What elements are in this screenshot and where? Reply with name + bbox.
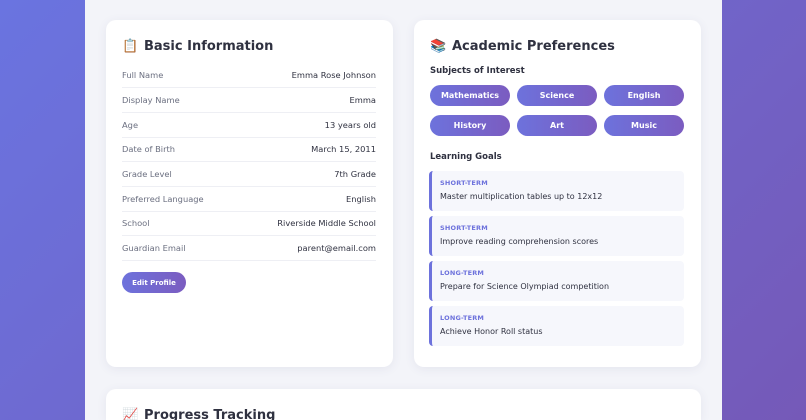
goal-item: SHORT-TERM Improve reading comprehension… [429,216,684,256]
info-row-preferred-language: Preferred Language English [122,187,376,212]
goal-text: Achieve Honor Roll status [440,327,543,336]
academic-preferences-title: 📚 Academic Preferences [430,37,615,55]
info-value: parent@email.com [297,243,376,253]
info-row-school: School Riverside Middle School [122,211,376,236]
info-row-display-name: Display Name Emma [122,88,376,113]
goal-term: SHORT-TERM [440,179,488,187]
info-row-grade-level: Grade Level 7th Grade [122,162,376,187]
clipboard-icon: 📋 [122,38,139,54]
info-value: Emma Rose Johnson [291,70,376,80]
basic-information-card: 📋 Basic Information Full Name Emma Rose … [106,20,393,367]
info-value: English [346,194,376,204]
progress-tracking-heading: Progress Tracking [144,407,276,420]
info-label: Preferred Language [122,194,204,204]
progress-tracking-card: 📈 Progress Tracking [106,389,701,420]
goal-term: LONG-TERM [440,269,485,277]
info-label: Guardian Email [122,243,186,253]
academic-preferences-card: 📚 Academic Preferences Subjects of Inter… [414,20,701,367]
info-label: Grade Level [122,169,172,179]
goal-term: SHORT-TERM [440,224,488,232]
goal-item: SHORT-TERM Master multiplication tables … [429,171,684,211]
subject-chip-art[interactable]: Art [517,115,597,136]
subject-chip-mathematics[interactable]: Mathematics [430,85,510,106]
subject-chip-history[interactable]: History [430,115,510,136]
info-row-guardian-email: Guardian Email parent@email.com [122,236,376,261]
info-label: Date of Birth [122,144,176,154]
info-label: Display Name [122,95,180,105]
subject-chip-music[interactable]: Music [604,115,684,136]
basic-information-title: 📋 Basic Information [122,37,273,55]
progress-tracking-title: 📈 Progress Tracking [122,406,275,420]
subject-chip-english[interactable]: English [604,85,684,106]
info-value: 13 years old [324,120,376,130]
subject-chip-science[interactable]: Science [517,85,597,106]
goal-text: Improve reading comprehension scores [440,237,599,246]
academic-preferences-heading: Academic Preferences [452,38,615,54]
info-label: School [122,218,150,228]
goal-item: LONG-TERM Prepare for Science Olympiad c… [429,261,684,301]
goal-text: Master multiplication tables up to 12x12 [440,192,603,201]
chart-increasing-icon: 📈 [122,407,139,420]
info-value: Emma [349,95,377,105]
goal-term: LONG-TERM [440,314,485,322]
info-row-date-of-birth: Date of Birth March 15, 2011 [122,137,376,162]
info-value: March 15, 2011 [311,144,376,154]
page-container: 📋 Basic Information Full Name Emma Rose … [85,0,722,420]
info-label: Full Name [122,70,164,80]
edit-profile-button[interactable]: Edit Profile [122,272,186,293]
goal-text: Prepare for Science Olympiad competition [440,282,610,291]
books-icon: 📚 [430,38,447,54]
goal-item: LONG-TERM Achieve Honor Roll status [429,306,684,346]
info-label: Age [122,120,139,130]
info-value: 7th Grade [334,169,376,179]
info-row-age: Age 13 years old [122,113,376,138]
subjects-heading: Subjects of Interest [430,66,525,76]
info-row-full-name: Full Name Emma Rose Johnson [122,63,376,88]
info-value: Riverside Middle School [277,218,376,228]
basic-information-heading: Basic Information [144,38,274,54]
learning-goals-heading: Learning Goals [430,152,502,162]
